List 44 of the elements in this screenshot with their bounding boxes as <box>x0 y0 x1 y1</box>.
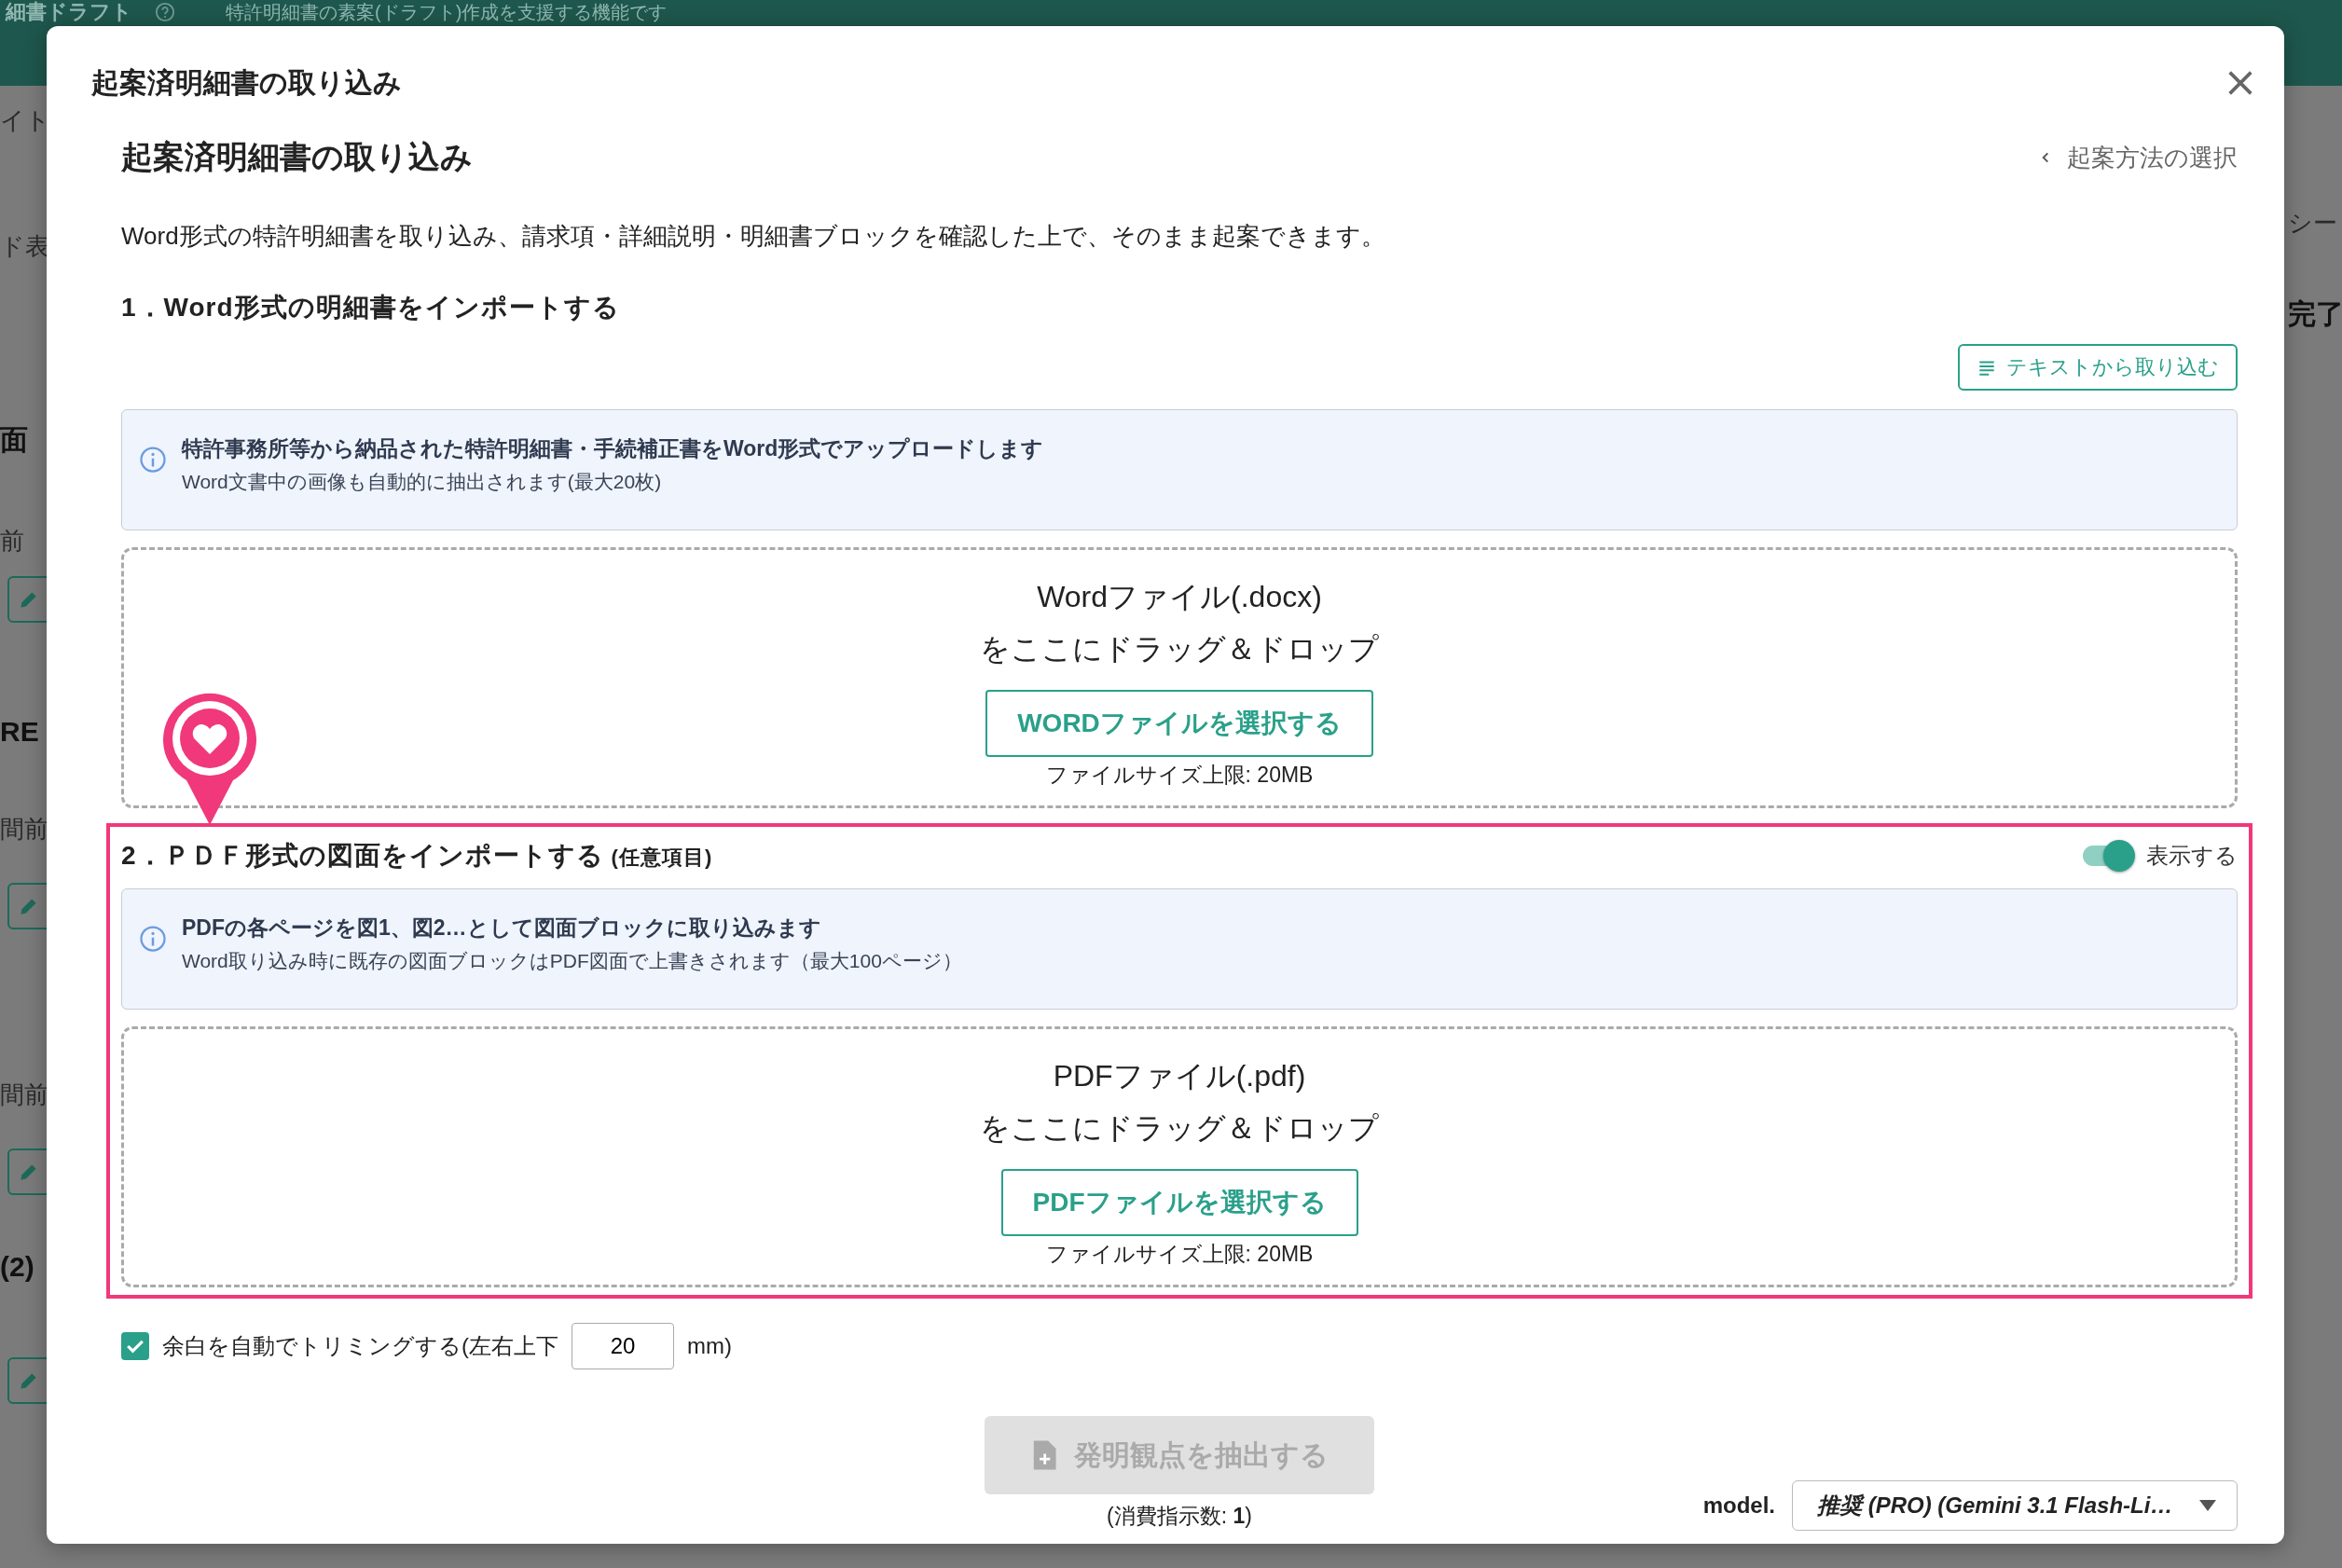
margin-input[interactable]: 20 <box>572 1323 674 1369</box>
unit-label: mm) <box>687 1333 732 1359</box>
model-select[interactable]: 推奨 (PRO) (Gemini 3.1 Flash-Li… <box>1792 1480 2238 1531</box>
drop-title: PDFファイル(.pdf) <box>1053 1058 1306 1094</box>
section-heading: 1．Word形式の明細書をインポートする <box>121 292 620 323</box>
text-import-button[interactable]: テキストから取り込む <box>1958 344 2238 391</box>
info-text: Word文書中の画像も自動的に抽出されます(最大20枚) <box>182 470 663 494</box>
select-file-button[interactable]: PDFファイルを選択する <box>1000 1169 1358 1236</box>
section-heading: 2．ＰＤＦ形式の図面をインポートする (任意項目) <box>121 840 713 872</box>
background-text: 面 <box>0 423 28 457</box>
background-text: 間前 <box>0 814 48 845</box>
model-label: model. <box>1702 1492 1775 1519</box>
background-text: ド表 <box>0 231 49 262</box>
drop-zone[interactable]: PDFファイル(.pdf) をここにドラッグ＆ドロップ PDFファイルを選択する ファイルサイズ上限: 20MB <box>121 1026 2238 1287</box>
info-text: Word取り込み時に既存の図面ブロックはPDF図面で上書きされます（最大100ページ） <box>182 949 962 973</box>
drop-hint: をここにドラッグ＆ドロップ <box>980 1110 1379 1147</box>
background-text: 間前 <box>0 1080 48 1110</box>
back-link[interactable]: 起案方法の選択 <box>2039 141 2238 174</box>
app-title: 細書ドラフト <box>6 0 132 24</box>
help-icon[interactable] <box>155 2 175 22</box>
app-description: 特許明細書の素案(ドラフト)作成を支援する機能です <box>226 1 668 24</box>
background-text: シー <box>2288 208 2338 239</box>
size-limit-text: ファイルサイズ上限: 20MB <box>1045 762 1314 789</box>
size-limit-text: ファイルサイズ上限: 20MB <box>1045 1241 1314 1268</box>
select-file-button[interactable]: WORDファイルを選択する <box>985 690 1373 757</box>
background-text: 完了 <box>2288 297 2342 331</box>
description-text: Word形式の特許明細書を取り込み、請求項・詳細説明・明細書ブロックを確認した上で、そのまま起案できます。 <box>121 221 1386 252</box>
background-text: RE <box>0 716 39 748</box>
page-heading: 起案済明細書の取り込み <box>121 138 473 176</box>
dialog-title: 起案済明細書の取り込み <box>91 65 402 100</box>
cost-note: (消費指示数: 1) <box>1107 1503 1252 1530</box>
background-text: 前 <box>0 526 24 557</box>
trim-label: 余白を自動でトリミングする(左右上下 <box>162 1332 558 1360</box>
info-title: 特許事務所等から納品された特許明細書・手続補正書をWord形式でアップロードします <box>182 435 1044 462</box>
trim-checkbox[interactable] <box>121 1332 149 1360</box>
caret-down-icon <box>2199 1500 2216 1511</box>
drop-hint: をここにドラッグ＆ドロップ <box>980 631 1379 667</box>
drop-title: Wordファイル(.docx) <box>1037 579 1322 615</box>
background-text: イト <box>0 105 50 136</box>
info-icon <box>139 446 167 474</box>
background-text: (2) <box>0 1251 34 1283</box>
info-icon <box>139 925 167 953</box>
info-title: PDFの各ページを図1、図2…として図面ブロックに取り込みます <box>182 915 822 942</box>
toggle-label: 表示する <box>2146 842 2238 870</box>
